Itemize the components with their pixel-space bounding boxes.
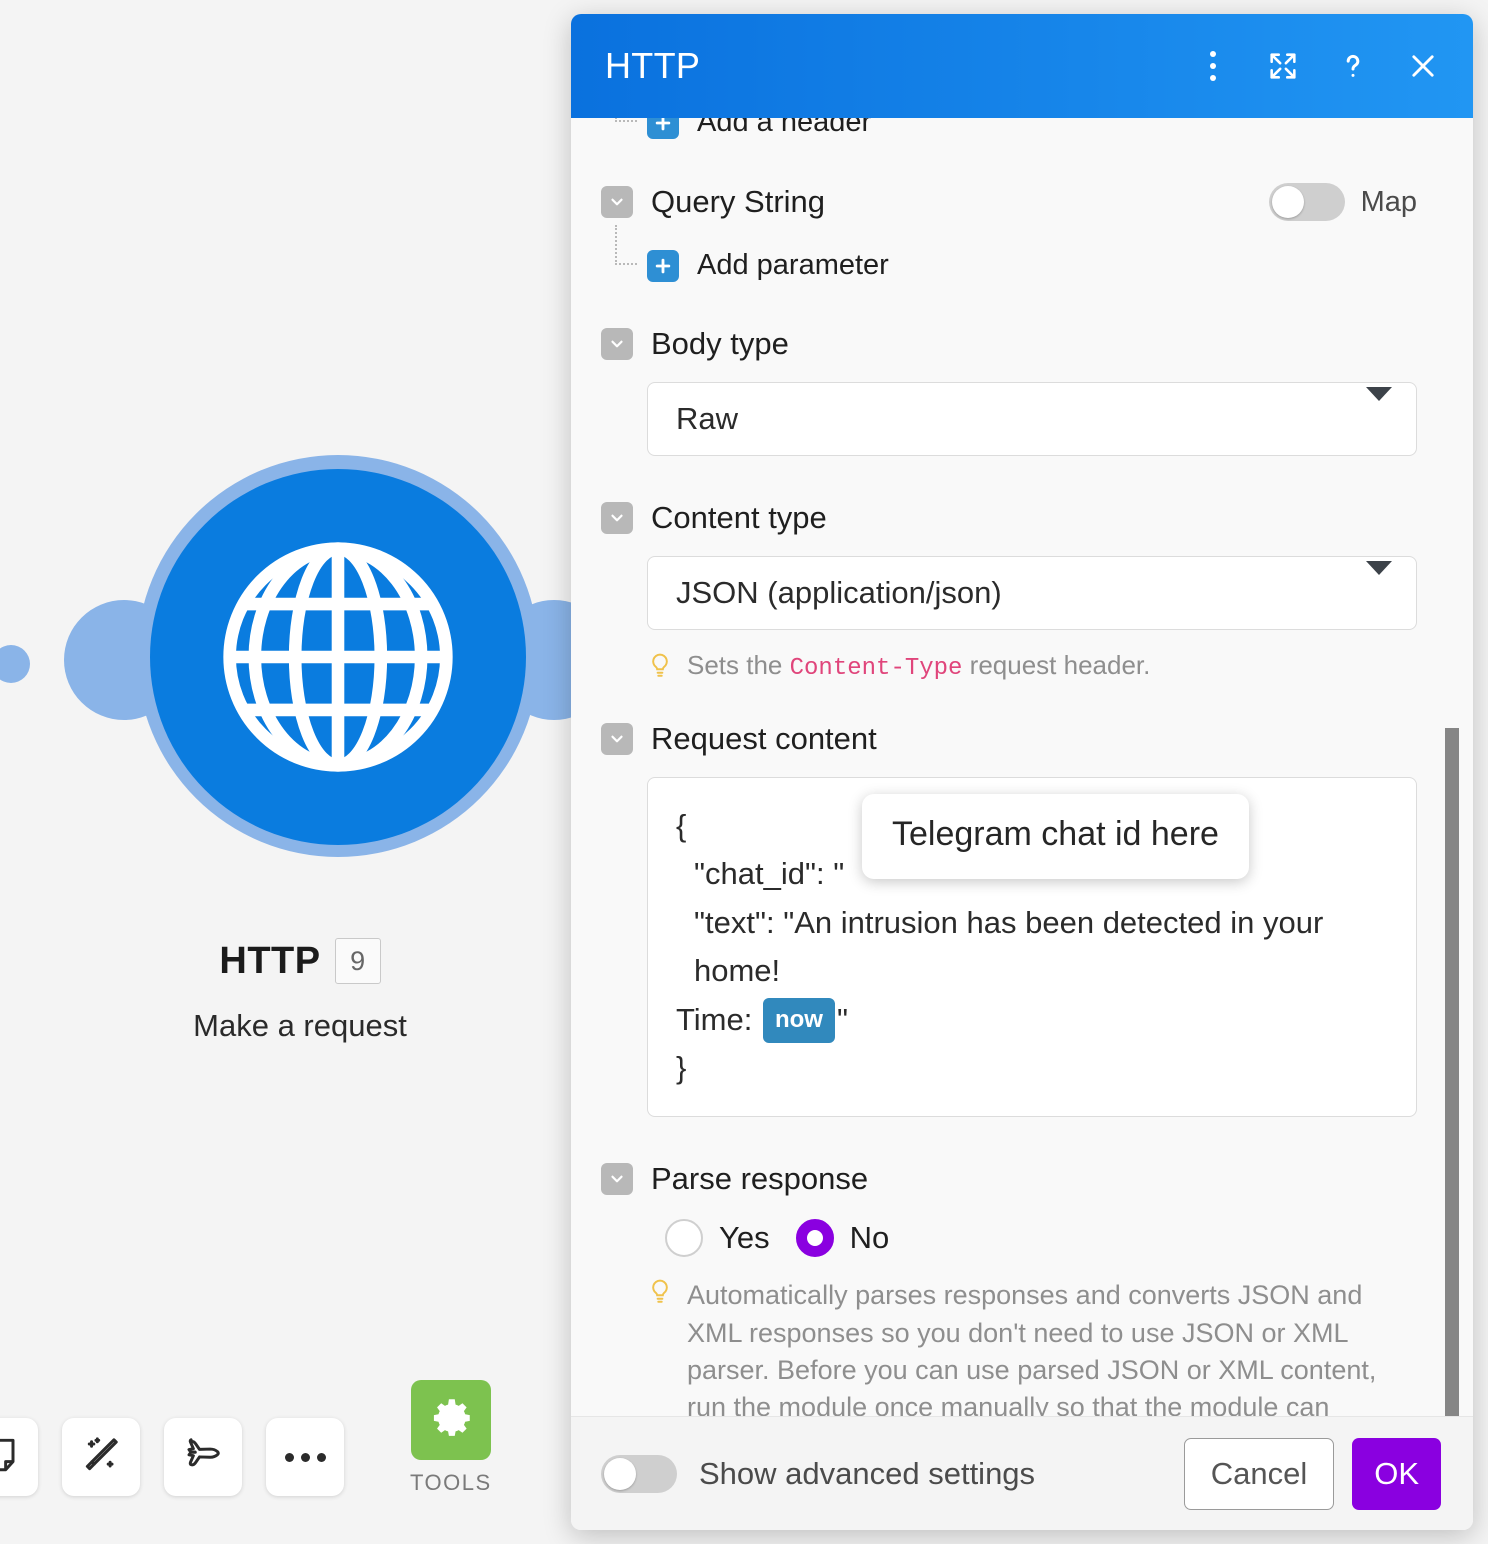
content-type-label: Content type <box>651 500 827 535</box>
tree-line <box>615 225 637 265</box>
scrollbar-thumb[interactable] <box>1445 728 1459 1416</box>
close-icon[interactable] <box>1403 46 1443 86</box>
parse-response-hint-text: Automatically parses responses and conve… <box>687 1280 1377 1416</box>
module-label: HTTP 9 <box>0 938 600 984</box>
http-module-node[interactable] <box>62 455 614 885</box>
module-badge: 9 <box>334 938 381 984</box>
help-icon[interactable] <box>1333 46 1373 86</box>
content-type-hint: Sets the Content-Type request header. <box>647 648 1417 685</box>
parse-response-hint: Automatically parses responses and conve… <box>647 1277 1417 1416</box>
chevron-down-icon[interactable] <box>601 186 633 218</box>
chevron-down-icon[interactable] <box>601 723 633 756</box>
body-type-header[interactable]: Body type <box>601 326 1417 362</box>
now-variable-pill[interactable]: now <box>762 997 835 1043</box>
request-content-header[interactable]: Request content <box>601 721 1417 757</box>
chevron-down-icon[interactable] <box>601 502 633 534</box>
add-parameter-label: Add parameter <box>697 249 889 281</box>
radio-icon[interactable] <box>665 1219 703 1258</box>
http-module-dialog[interactable]: HTTP Add a header Query String Map Add p… <box>571 14 1473 1530</box>
parse-response-label: Parse response <box>651 1161 869 1197</box>
radio-icon-selected[interactable] <box>795 1219 834 1258</box>
note-icon <box>0 1434 20 1481</box>
json-line-text: "text": "An intrusion has been detected … <box>694 904 1324 989</box>
advanced-settings-label: Show advanced settings <box>699 1455 1036 1491</box>
dialog-footer[interactable]: Show advanced settings Cancel OK <box>571 1416 1473 1530</box>
tools-label: TOOLS <box>410 1470 492 1495</box>
query-string-label: Query String <box>651 184 826 219</box>
content-type-hint-text: Sets the Content-Type request header. <box>687 650 1151 682</box>
query-string-header[interactable]: Query String <box>601 184 825 220</box>
json-line-close: } <box>676 1049 687 1085</box>
plus-icon[interactable] <box>647 118 679 139</box>
expand-icon[interactable] <box>1263 46 1303 86</box>
query-string-section[interactable]: Query String Map <box>601 183 1417 221</box>
body-type-select[interactable]: Raw <box>647 382 1417 456</box>
request-content-label: Request content <box>651 721 877 757</box>
dialog-title: HTTP <box>605 45 701 86</box>
more-icon <box>284 1452 326 1462</box>
parse-response-header[interactable]: Parse response <box>601 1161 1417 1197</box>
dialog-footer-buttons[interactable]: Cancel OK <box>1183 1437 1441 1510</box>
map-toggle-group[interactable]: Map <box>1268 183 1417 221</box>
request-content-textarea[interactable]: { "chat_id": " "text": "An intrusion has… <box>647 777 1417 1118</box>
paper-plane-icon <box>182 1434 224 1481</box>
more-tool-button[interactable] <box>266 1418 344 1496</box>
connector-dot <box>0 645 30 683</box>
note-tool-button[interactable] <box>0 1418 38 1496</box>
ok-button[interactable]: OK <box>1352 1437 1441 1510</box>
dialog-header-actions[interactable] <box>1193 46 1443 86</box>
module-title: HTTP <box>219 939 321 982</box>
module-icon-circle[interactable] <box>150 469 526 845</box>
advanced-settings-toggle[interactable] <box>601 1454 677 1493</box>
content-type-value: JSON (application/json) <box>676 575 1002 610</box>
lightbulb-icon <box>647 651 673 681</box>
dialog-scrollbar[interactable] <box>1445 118 1459 1416</box>
parse-response-radio-yes[interactable]: Yes <box>665 1219 770 1258</box>
add-header-row[interactable]: Add a header <box>601 118 1417 139</box>
dialog-scroll-area[interactable]: Add a header Query String Map Add parame… <box>571 118 1473 1416</box>
add-parameter-row[interactable]: Add parameter <box>601 225 1417 282</box>
cancel-button[interactable]: Cancel <box>1183 1437 1335 1510</box>
parse-response-yes-label: Yes <box>719 1220 770 1256</box>
map-toggle[interactable] <box>1268 183 1345 221</box>
content-type-select[interactable]: JSON (application/json) <box>647 556 1417 630</box>
body-type-label: Body type <box>651 326 789 361</box>
lightbulb-icon <box>647 1277 673 1416</box>
content-type-code: Content-Type <box>789 655 963 682</box>
add-header-label: Add a header <box>697 118 872 138</box>
globe-icon <box>212 531 464 783</box>
parse-response-radio-no[interactable]: No <box>795 1219 890 1258</box>
chevron-down-icon[interactable] <box>601 1163 633 1196</box>
chevron-down-icon[interactable] <box>601 328 633 360</box>
chevron-down-icon[interactable] <box>1366 387 1392 437</box>
body-type-value: Raw <box>676 401 739 436</box>
module-subtitle: Make a request <box>193 1008 407 1043</box>
tools-group[interactable]: TOOLS <box>410 1380 492 1496</box>
map-toggle-label: Map <box>1360 185 1417 218</box>
tools-button[interactable] <box>410 1380 491 1460</box>
parse-response-radio-group[interactable]: Yes No <box>647 1219 1417 1258</box>
paper-plane-tool-button[interactable] <box>164 1418 242 1496</box>
magic-wand-icon <box>80 1434 122 1481</box>
kebab-menu-icon[interactable] <box>1193 46 1233 86</box>
parse-response-no-label: No <box>849 1220 890 1256</box>
dialog-header: HTTP <box>571 14 1473 118</box>
content-type-header[interactable]: Content type <box>601 500 1417 536</box>
chevron-down-icon[interactable] <box>1366 561 1392 611</box>
dialog-body[interactable]: Add a header Query String Map Add parame… <box>571 118 1473 1416</box>
magic-wand-tool-button[interactable] <box>62 1418 140 1496</box>
canvas-toolbar[interactable]: TOOLS <box>0 1380 492 1496</box>
chat-id-tooltip: Telegram chat id here <box>862 794 1249 880</box>
tree-line <box>615 118 637 122</box>
plus-icon[interactable] <box>647 249 679 282</box>
gear-icon <box>426 1393 476 1448</box>
json-line-time: Time: now " <box>676 996 1388 1044</box>
